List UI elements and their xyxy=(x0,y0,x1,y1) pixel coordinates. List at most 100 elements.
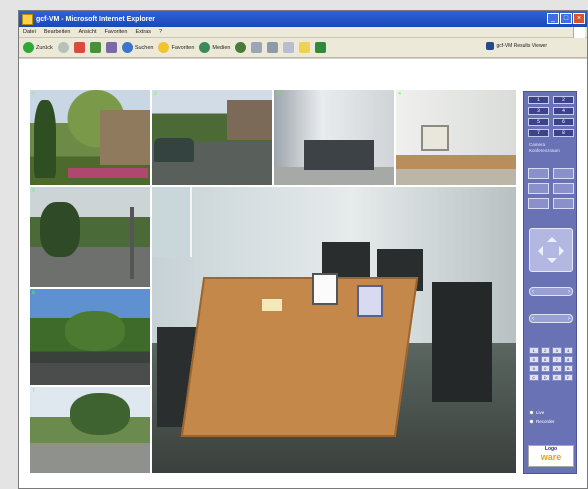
camera-thumb-5[interactable]: 5 xyxy=(29,186,151,288)
recorder-radio-option[interactable]: Recorder xyxy=(529,419,555,424)
chair-shape xyxy=(432,282,492,402)
camera-thumb-4[interactable]: 4 xyxy=(395,89,517,186)
home-button[interactable] xyxy=(105,42,117,53)
media-button[interactable]: Medien xyxy=(199,42,230,53)
camera-thumb-7[interactable]: 7 xyxy=(29,386,151,474)
camera-number: 3 xyxy=(276,91,280,97)
windows-logo-icon xyxy=(573,27,585,38)
camera-button-5[interactable]: 5 xyxy=(528,118,549,126)
print-button[interactable] xyxy=(267,42,279,53)
key-button[interactable]: 2 xyxy=(540,347,550,354)
favorites-button[interactable]: Favoriten xyxy=(158,42,194,53)
close-button[interactable]: × xyxy=(573,13,585,24)
pan-left-icon[interactable] xyxy=(533,246,543,256)
radio-label: Live xyxy=(536,410,545,415)
pan-right-icon[interactable] xyxy=(559,246,569,256)
minus-icon[interactable]: ‹ xyxy=(532,316,534,322)
key-button[interactable]: F xyxy=(563,374,573,381)
photo-frame-shape xyxy=(312,273,338,305)
key-button[interactable]: C xyxy=(529,374,539,381)
zoom-slider[interactable]: ‹ › xyxy=(529,287,573,296)
camera-thumb-3[interactable]: 3 xyxy=(273,89,395,186)
camera-thumb-2[interactable]: 2 xyxy=(151,89,273,186)
camera-number: 2 xyxy=(154,91,158,97)
menu-bar: Datei Bearbeiten Ansicht Favoriten Extra… xyxy=(19,27,587,38)
live-radio-option[interactable]: Live xyxy=(529,410,544,415)
menu-extras[interactable]: Extras xyxy=(135,29,151,35)
edit-button[interactable] xyxy=(283,42,295,53)
key-button[interactable]: D xyxy=(540,374,550,381)
maximize-button[interactable]: □ xyxy=(560,13,572,24)
camera-button-4[interactable]: 4 xyxy=(553,107,574,115)
media-label: Medien xyxy=(212,44,231,51)
focus-slider[interactable]: ‹ › xyxy=(529,314,573,323)
key-button[interactable]: 7 xyxy=(552,356,562,363)
layout-button-1[interactable] xyxy=(528,168,549,179)
trees-shape xyxy=(65,311,125,351)
camera-button-7[interactable]: 7 xyxy=(528,129,549,137)
key-button[interactable]: B xyxy=(563,365,573,372)
key-button[interactable]: 3 xyxy=(552,347,562,354)
camera-button-2[interactable]: 2 xyxy=(553,96,574,104)
back-arrow-icon xyxy=(23,42,34,53)
menu-help[interactable]: ? xyxy=(159,29,162,35)
menu-datei[interactable]: Datei xyxy=(23,29,36,35)
photo-frame-shape xyxy=(357,285,383,317)
layout-button-6[interactable] xyxy=(553,198,574,209)
radio-icon[interactable] xyxy=(529,419,534,424)
table-shape xyxy=(396,155,516,169)
links-area[interactable]: gcf-VM Results Viewer xyxy=(485,42,547,50)
star-icon xyxy=(158,42,170,53)
camera-button-6[interactable]: 6 xyxy=(553,118,574,126)
camera-button-1[interactable]: 1 xyxy=(528,96,549,104)
pan-up-icon[interactable] xyxy=(547,232,557,242)
control-panel: 1 2 3 4 5 6 7 8 Camera Konferenzraum ‹ ›… xyxy=(523,91,577,474)
plus-icon[interactable]: › xyxy=(568,289,570,295)
menu-ansicht[interactable]: Ansicht xyxy=(78,29,96,35)
menu-bearbeiten[interactable]: Bearbeiten xyxy=(44,29,71,35)
refresh-button[interactable] xyxy=(89,42,101,53)
layout-button-3[interactable] xyxy=(528,183,549,194)
folder-button[interactable] xyxy=(299,42,311,53)
search-button[interactable]: Suchen xyxy=(121,42,154,53)
camera-button-8[interactable]: 8 xyxy=(553,129,574,137)
back-button[interactable]: Zurück xyxy=(23,42,53,53)
layout-button-4[interactable] xyxy=(553,183,574,194)
messenger-button[interactable] xyxy=(315,42,327,53)
key-button[interactable]: 0 xyxy=(540,365,550,372)
key-button[interactable]: 4 xyxy=(563,347,573,354)
favorites-label: Favoriten xyxy=(171,44,195,51)
key-button[interactable]: A xyxy=(552,365,562,372)
camera-viewer: 1 2 3 4 5 6 7 1 2 3 4 5 6 7 8 Camera Kon… xyxy=(23,89,577,474)
key-button[interactable]: 1 xyxy=(529,347,539,354)
main-camera-view[interactable] xyxy=(151,186,517,474)
search-label: Suchen xyxy=(134,44,154,51)
menu-favoriten[interactable]: Favoriten xyxy=(105,29,128,35)
minus-icon[interactable]: ‹ xyxy=(532,289,534,295)
radio-icon[interactable] xyxy=(529,410,534,415)
camera-button-3[interactable]: 3 xyxy=(528,107,549,115)
link-icon xyxy=(485,42,494,50)
key-button[interactable]: 9 xyxy=(529,365,539,372)
window-controls: _ □ × xyxy=(547,13,585,24)
history-icon xyxy=(235,42,247,53)
history-button[interactable] xyxy=(235,42,247,53)
camera-thumb-1[interactable]: 1 xyxy=(29,89,151,186)
stop-button[interactable] xyxy=(73,42,85,53)
camera-thumb-6[interactable]: 6 xyxy=(29,288,151,386)
mail-button[interactable] xyxy=(251,42,263,53)
key-button[interactable]: 6 xyxy=(540,356,550,363)
radio-label: Recorder xyxy=(536,419,555,424)
messenger-icon xyxy=(315,42,327,53)
pan-down-icon[interactable] xyxy=(547,258,557,268)
minimize-button[interactable]: _ xyxy=(547,13,559,24)
layout-button-5[interactable] xyxy=(528,198,549,209)
layout-button-2[interactable] xyxy=(553,168,574,179)
key-button[interactable]: 8 xyxy=(563,356,573,363)
forward-button[interactable] xyxy=(57,42,69,53)
media-icon xyxy=(199,42,211,53)
folder-icon xyxy=(299,42,311,53)
key-button[interactable]: E xyxy=(552,374,562,381)
key-button[interactable]: 5 xyxy=(529,356,539,363)
plus-icon[interactable]: › xyxy=(568,316,570,322)
